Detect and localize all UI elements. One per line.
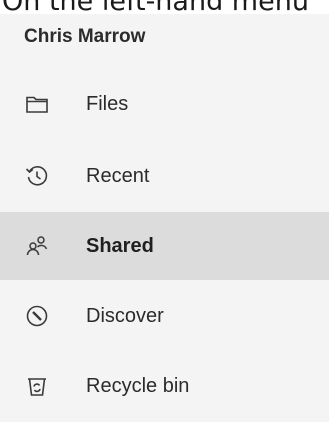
nav-item-label: Recycle bin bbox=[86, 375, 190, 397]
compass-icon bbox=[24, 303, 50, 329]
nav-item-discover[interactable]: Discover bbox=[0, 282, 329, 350]
nav-item-label: Shared bbox=[86, 235, 154, 257]
recycle-bin-icon bbox=[24, 373, 50, 399]
shared-people-icon bbox=[24, 233, 50, 259]
history-icon bbox=[24, 163, 50, 189]
folder-icon bbox=[24, 91, 50, 117]
nav-item-files[interactable]: Files bbox=[0, 70, 329, 138]
left-nav-pane: Chris Marrow Files Recent Shared Discove… bbox=[0, 14, 329, 422]
user-name: Chris Marrow bbox=[24, 26, 146, 47]
nav-item-recycle-bin[interactable]: Recycle bin bbox=[0, 352, 329, 420]
nav-item-shared[interactable]: Shared bbox=[0, 212, 329, 280]
nav-item-label: Files bbox=[86, 93, 129, 115]
nav-item-recent[interactable]: Recent bbox=[0, 142, 329, 210]
cropped-caption-text: On the left-hand menu bbox=[0, 0, 329, 14]
nav-item-label: Discover bbox=[86, 305, 164, 327]
nav-item-label: Recent bbox=[86, 165, 150, 187]
